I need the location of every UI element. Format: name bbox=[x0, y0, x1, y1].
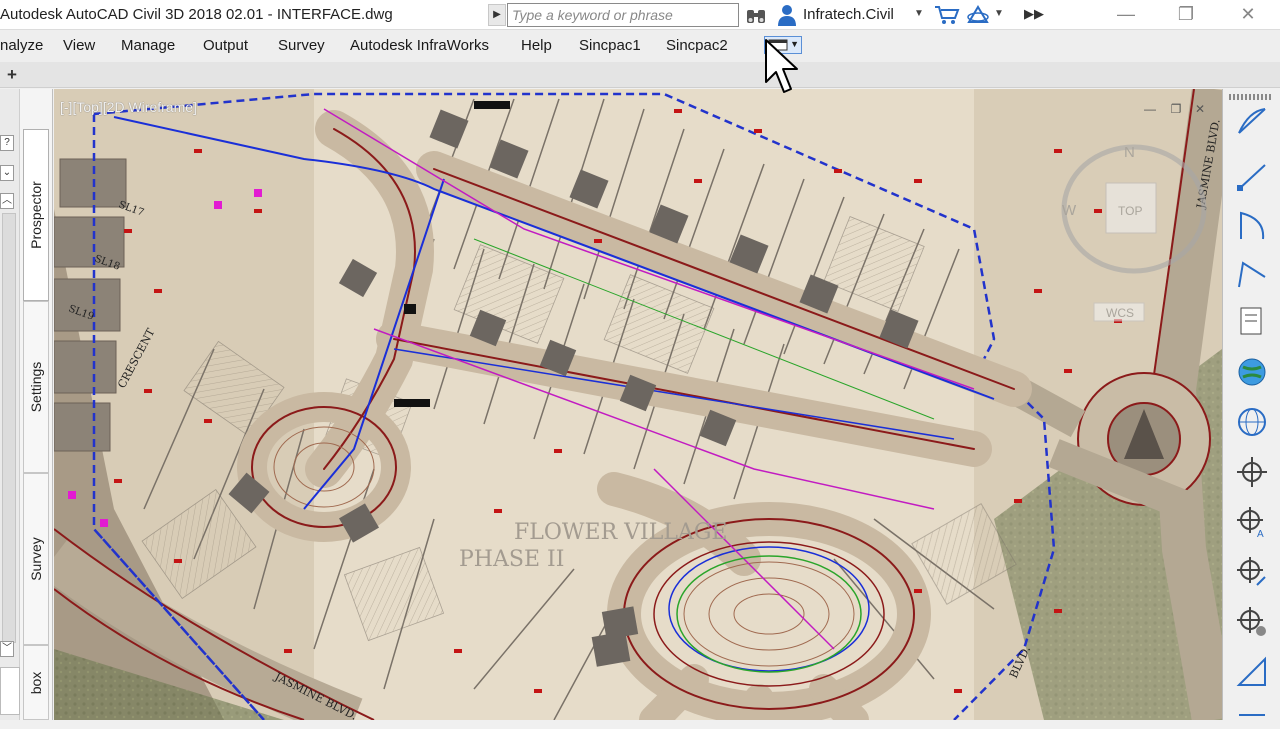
snap-settings-icon[interactable] bbox=[1235, 605, 1269, 639]
project-title-line1: FLOWER VILLAGE bbox=[514, 520, 727, 545]
tab-survey[interactable]: Survey bbox=[23, 473, 49, 645]
a360-icon[interactable] bbox=[966, 5, 990, 25]
menu-output[interactable]: Output bbox=[203, 37, 248, 54]
close-button[interactable]: ✕ bbox=[1228, 3, 1268, 27]
menu-sincpac2[interactable]: Sincpac2 bbox=[666, 37, 728, 54]
user-dropdown-icon[interactable]: ▼ bbox=[914, 8, 924, 19]
snap-point-icon[interactable] bbox=[1235, 455, 1269, 489]
file-tab-strip: + bbox=[0, 62, 1280, 88]
menu-survey[interactable]: Survey bbox=[278, 37, 325, 54]
chevron-down-icon: ▼ bbox=[790, 39, 799, 49]
search-input[interactable]: Type a keyword or phrase bbox=[507, 3, 739, 27]
help-icon[interactable]: ? bbox=[0, 135, 14, 151]
toolspace-scrollbar[interactable] bbox=[2, 213, 16, 643]
viewport-restore-icon[interactable]: ❐ bbox=[1168, 103, 1184, 117]
expand-toolbar-icon[interactable]: ▶▶ bbox=[1024, 6, 1044, 22]
tab-toolbox[interactable]: box bbox=[23, 645, 49, 720]
polyline-tool-icon[interactable] bbox=[1235, 257, 1269, 291]
tool-palette: A bbox=[1222, 89, 1280, 720]
palette-grip[interactable] bbox=[1229, 94, 1273, 100]
menu-analyze[interactable]: nalyze bbox=[0, 37, 43, 54]
document-tool-icon[interactable] bbox=[1235, 305, 1269, 339]
search-expand-button[interactable]: ▶ bbox=[488, 4, 506, 26]
menu-help[interactable]: Help bbox=[521, 37, 552, 54]
snap-angle-icon[interactable]: A bbox=[1235, 505, 1269, 539]
more-tools-icon[interactable] bbox=[1235, 695, 1269, 729]
scroll-up-icon[interactable]: ︿ bbox=[0, 193, 14, 209]
user-name[interactable]: Infratech.Civil bbox=[803, 6, 894, 23]
viewcube-west-label: W bbox=[1062, 202, 1077, 219]
snap-tangent-icon[interactable] bbox=[1235, 555, 1269, 589]
curve-tool-icon[interactable] bbox=[1235, 209, 1269, 243]
globe-icon[interactable] bbox=[1235, 355, 1269, 389]
sphere-icon[interactable] bbox=[1235, 405, 1269, 439]
tab-settings[interactable]: Settings bbox=[23, 301, 49, 473]
chevron-down-icon[interactable]: ⌄ bbox=[0, 165, 14, 181]
svg-text:A: A bbox=[1257, 529, 1264, 539]
toolspace-field[interactable] bbox=[0, 667, 20, 715]
menu-infraworks[interactable]: Autodesk InfraWorks bbox=[350, 37, 489, 54]
scroll-down-icon[interactable]: ﹀ bbox=[0, 641, 14, 657]
menu-bar: nalyze View Manage Output Survey Autodes… bbox=[0, 30, 1280, 62]
menu-sincpac1[interactable]: Sincpac1 bbox=[579, 37, 641, 54]
line-tool-icon[interactable] bbox=[1235, 105, 1269, 139]
title-bar: Autodesk AutoCAD Civil 3D 2018 02.01 - I… bbox=[0, 0, 1280, 30]
minimize-button[interactable]: — bbox=[1106, 3, 1146, 27]
viewport-controls-label[interactable]: [-][Top][2D Wireframe] bbox=[60, 99, 197, 115]
viewcube-top-label: TOP bbox=[1118, 204, 1142, 218]
restore-button[interactable]: ❐ bbox=[1166, 3, 1206, 27]
wcs-label: WCS bbox=[1106, 306, 1134, 320]
menu-view[interactable]: View bbox=[63, 37, 95, 54]
binoculars-icon[interactable] bbox=[744, 4, 768, 26]
tangent-line-icon[interactable] bbox=[1235, 159, 1269, 193]
new-tab-button[interactable]: + bbox=[2, 66, 22, 84]
toolspace-panel: ? ⌄ ︿ ﹀ Prospector Settings Survey box bbox=[0, 89, 53, 720]
viewcube-north-label: N bbox=[1124, 144, 1135, 161]
workspace-toggle-button[interactable]: ▼ bbox=[764, 36, 802, 54]
toolspace-control-strip: ? ⌄ ︿ ﹀ bbox=[0, 89, 20, 720]
a360-dropdown-icon[interactable]: ▼ bbox=[994, 8, 1004, 19]
tab-prospector[interactable]: Prospector bbox=[23, 129, 49, 301]
site-plan: FLOWER VILLAGE PHASE II CRESCENT JASMINE… bbox=[54, 89, 1222, 720]
drawing-viewport[interactable]: [-][Top][2D Wireframe] — ❐ ✕ FLOWER VILL… bbox=[54, 89, 1222, 720]
viewport-minimize-icon[interactable]: — bbox=[1142, 103, 1158, 117]
app-title: Autodesk AutoCAD Civil 3D 2018 02.01 - I… bbox=[0, 6, 393, 23]
project-title-line2: PHASE II bbox=[459, 547, 564, 572]
cart-icon[interactable] bbox=[934, 5, 960, 25]
window-icon bbox=[768, 39, 788, 51]
menu-manage[interactable]: Manage bbox=[121, 37, 175, 54]
viewport-close-icon[interactable]: ✕ bbox=[1192, 103, 1208, 117]
user-icon[interactable] bbox=[776, 3, 798, 27]
slope-tool-icon[interactable] bbox=[1235, 655, 1269, 689]
